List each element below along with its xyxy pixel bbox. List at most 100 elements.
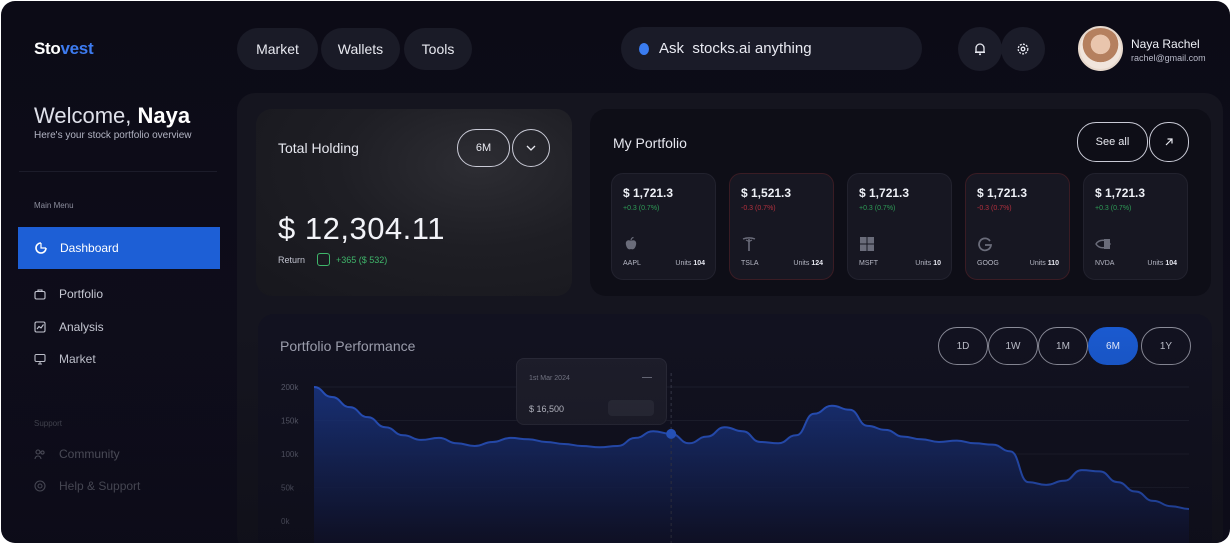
stock-price: $ 1,721.3	[1095, 186, 1146, 200]
nav-wallets[interactable]: Wallets	[321, 28, 400, 70]
open-portfolio-button[interactable]	[1149, 122, 1189, 162]
stock-units: Units 104	[675, 260, 705, 267]
google-icon	[978, 237, 993, 252]
sidebar-item-help[interactable]: Help & Support	[34, 479, 140, 493]
avatar[interactable]	[1078, 26, 1123, 71]
stock-symbol: GOOG	[977, 260, 999, 267]
tooltip-dash	[642, 377, 652, 378]
portfolio-icon	[34, 289, 46, 300]
performance-chart[interactable]: 200k 150k 100k 50k 0k	[271, 373, 1201, 543]
help-icon	[34, 480, 46, 492]
stock-change: -0.3 (0.7%)	[741, 205, 776, 212]
trend-up-icon	[317, 253, 331, 266]
stock-card-nvda[interactable]: $ 1,721.3 +0.3 (0.7%) NVDA Units 104	[1083, 173, 1188, 280]
stock-units: Units 124	[793, 260, 823, 267]
sidebar-item-community[interactable]: Community	[34, 447, 120, 461]
stock-price: $ 1,721.3	[859, 186, 910, 200]
sidebar-item-market[interactable]: Market	[34, 352, 96, 366]
stock-price: $ 1,521.3	[741, 186, 792, 200]
units-value: 10	[933, 260, 941, 267]
y-tick-label: 50k	[281, 484, 295, 493]
chart-area-series	[314, 387, 1189, 543]
brand-name-part1: Sto	[34, 39, 61, 58]
sidebar-item-dashboard[interactable]: Dashboard	[18, 227, 220, 269]
tooltip-change-badge	[608, 400, 654, 416]
community-icon	[34, 449, 45, 460]
nvidia-icon	[1095, 239, 1111, 249]
units-value: 104	[1165, 260, 1177, 267]
holding-period-button[interactable]: 6M	[457, 129, 510, 167]
sidebar-item-label: Market	[59, 352, 96, 366]
range-6m-button[interactable]: 6M	[1088, 327, 1138, 365]
main-menu-label: Main Menu	[34, 201, 74, 210]
stock-symbol: NVDA	[1095, 260, 1115, 267]
brand-name-part2: vest	[60, 39, 94, 58]
units-value: 124	[811, 260, 823, 267]
market-icon	[34, 353, 46, 365]
welcome-heading: Welcome, Naya	[34, 103, 190, 129]
stock-change: -0.3 (0.7%)	[977, 205, 1012, 212]
user-email: rachel@gmail.com	[1131, 53, 1206, 63]
y-tick-label: 0k	[281, 517, 290, 526]
stock-change: +0.3 (0.7%)	[623, 205, 660, 212]
range-1m-button[interactable]: 1M	[1038, 327, 1088, 365]
welcome-name: Naya	[137, 103, 191, 128]
total-holding-value: $ 12,304.11	[278, 211, 445, 246]
tooltip-value: $ 16,500	[529, 404, 565, 414]
return-value: +365 ($ 532)	[336, 254, 388, 265]
settings-button[interactable]	[1001, 27, 1045, 71]
y-tick-label: 200k	[281, 383, 299, 392]
search-bar[interactable]	[621, 27, 922, 70]
units-label: Units	[793, 260, 810, 267]
units-label: Units	[675, 260, 692, 267]
sidebar-divider	[19, 171, 217, 172]
tesla-icon	[742, 237, 756, 251]
stock-units: Units 110	[1030, 260, 1059, 267]
chart-tooltip: 1st Mar 2024 $ 16,500	[516, 358, 667, 425]
chart-highlight-point[interactable]	[666, 428, 677, 439]
chevron-down-icon	[526, 145, 536, 151]
sidebar-item-label: Dashboard	[60, 241, 119, 255]
stock-card-goog[interactable]: $ 1,721.3 -0.3 (0.7%) GOOG Units 110	[965, 173, 1070, 280]
stock-card-msft[interactable]: $ 1,721.3 +0.3 (0.7%) MSFT Units 10	[847, 173, 952, 280]
brand-logo[interactable]: Stovest	[34, 39, 94, 59]
chart-y-axis: 200k 150k 100k 50k 0k	[281, 383, 299, 526]
return-label: Return	[278, 254, 306, 265]
stock-change: +0.3 (0.7%)	[1095, 205, 1132, 212]
sidebar-item-label: Analysis	[59, 320, 104, 334]
gear-icon	[1017, 43, 1029, 55]
sidebar-item-label: Portfolio	[59, 287, 104, 301]
support-label: Support	[34, 419, 63, 428]
sidebar-item-analysis[interactable]: Analysis	[34, 320, 104, 334]
dashboard-icon	[35, 242, 47, 254]
nav-market[interactable]: Market	[237, 28, 318, 70]
portfolio-performance-title: Portfolio Performance	[280, 338, 416, 354]
units-value: 104	[693, 260, 705, 267]
holding-period-dropdown[interactable]	[512, 129, 550, 167]
range-1y-button[interactable]: 1Y	[1141, 327, 1191, 365]
total-holding-title: Total Holding	[278, 140, 359, 156]
range-1d-button[interactable]: 1D	[938, 327, 988, 365]
stock-card-aapl[interactable]: $ 1,721.3 +0.3 (0.7%) AAPL Units 104	[611, 173, 716, 280]
stock-card-tsla[interactable]: $ 1,521.3 -0.3 (0.7%) TSLA Units 124	[729, 173, 834, 280]
notifications-button[interactable]	[958, 27, 1002, 71]
return-row: Return +365 ($ 532)	[278, 253, 387, 266]
app-window: Stovest Market Wallets Tools Naya Rachel…	[1, 1, 1230, 543]
arrow-up-right-icon	[1165, 138, 1173, 146]
sidebar-item-portfolio[interactable]: Portfolio	[34, 287, 103, 301]
welcome-prefix: Welcome,	[34, 103, 138, 128]
stock-units: Units 104	[1147, 260, 1177, 267]
tooltip-date: 1st Mar 2024	[529, 375, 570, 382]
ai-sparkle-icon	[639, 42, 649, 55]
see-all-button[interactable]: See all	[1077, 122, 1148, 162]
units-label: Units	[1147, 260, 1164, 267]
range-1w-button[interactable]: 1W	[988, 327, 1038, 365]
analysis-icon	[34, 321, 46, 333]
apple-icon	[625, 236, 637, 250]
stock-symbol: AAPL	[623, 260, 641, 267]
microsoft-icon	[860, 237, 874, 251]
search-input[interactable]	[659, 40, 889, 57]
sidebar-item-label: Help & Support	[59, 479, 141, 493]
stock-price: $ 1,721.3	[977, 186, 1028, 200]
nav-tools[interactable]: Tools	[404, 28, 472, 70]
